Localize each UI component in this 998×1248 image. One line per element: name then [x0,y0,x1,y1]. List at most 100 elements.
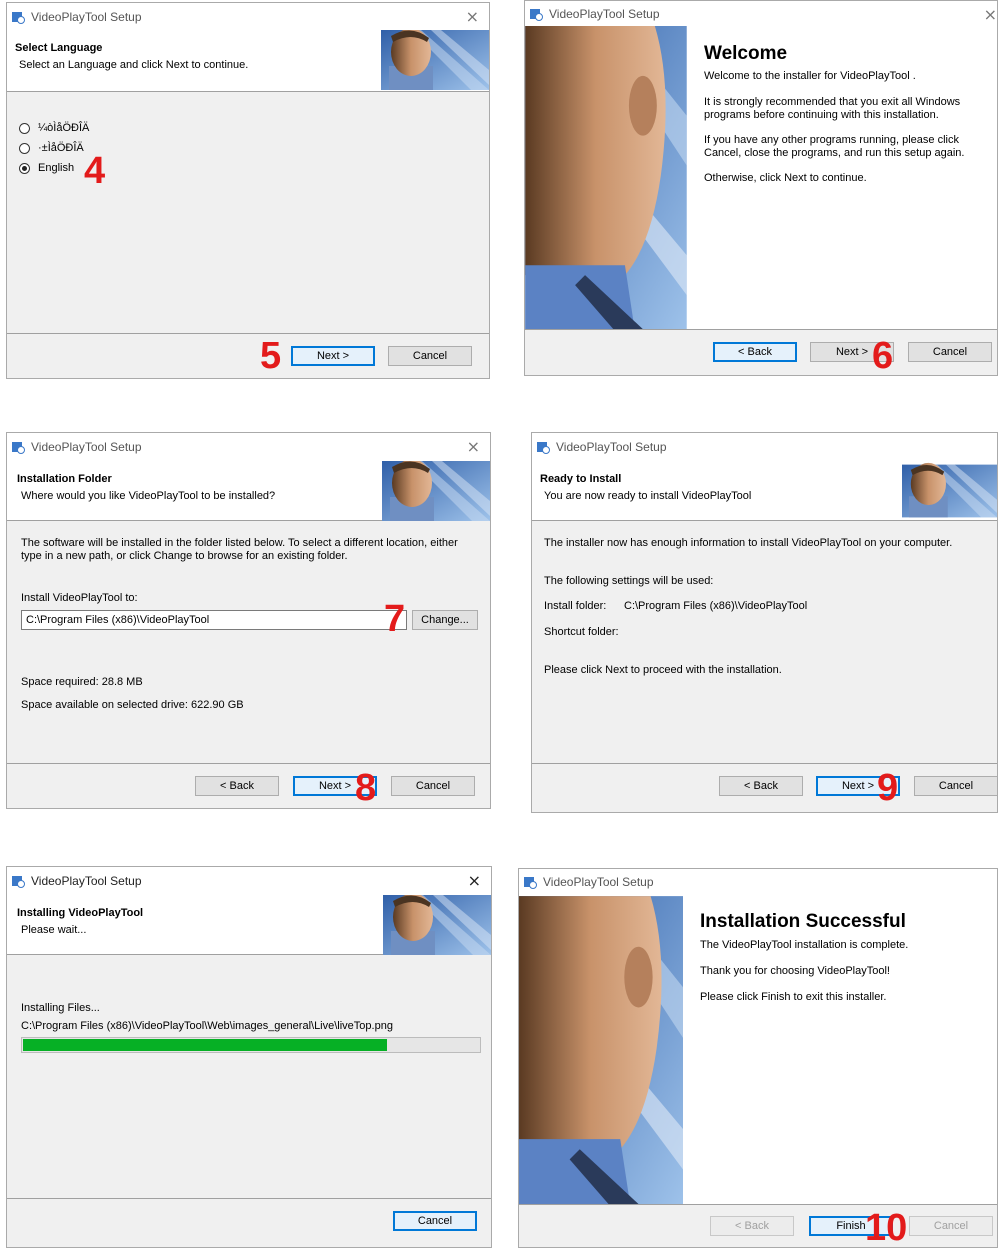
setup-window-select-language: VideoPlayTool Setup × Select Language Se… [6,2,490,379]
title-bar: VideoPlayTool Setup [519,869,997,895]
title-bar: VideoPlayTool Setup × [7,3,489,31]
space-required: Space required: 28.8 MB [21,676,143,688]
intro-text: The software will be installed in the fo… [21,537,458,562]
install-folder-label: Install folder: [544,600,607,612]
language-option[interactable]: English [19,162,74,174]
step-marker: 10 [865,1207,908,1248]
app-icon [537,442,550,454]
step-marker: 8 [355,767,377,809]
window-title: VideoPlayTool Setup [549,6,660,21]
banner-image [383,895,491,955]
progress-fill [23,1039,388,1051]
setup-window-installing: VideoPlayTool Setup × Installing VideoPl… [6,866,492,1248]
step-marker: 7 [384,598,406,640]
title-bar: VideoPlayTool Setup [532,433,997,461]
side-panel-image [525,26,687,331]
setup-window-installation-folder: VideoPlayTool Setup × Installation Folde… [6,432,491,809]
body-text: If you have any other programs running, … [704,134,965,159]
wizard-header: Installing VideoPlayTool Please wait... [7,895,491,955]
shortcut-folder-label: Shortcut folder: [544,626,619,638]
wizard-footer: Next > Cancel [7,333,489,378]
body-text: Otherwise, click Next to continue. [704,172,867,184]
language-option[interactable]: ¼òÌåÖÐÎÄ [19,122,89,134]
install-folder-value: C:\Program Files (x86)\VideoPlayTool [624,600,808,612]
banner-image [381,30,489,90]
wizard-footer: < Back Next > Cancel [7,763,490,808]
back-button: < Back [710,1216,794,1236]
step-marker: 5 [260,335,282,377]
status-text: Installing Files... [21,1002,100,1014]
header-title: Select Language [15,42,103,54]
setup-window-installation-successful: VideoPlayTool Setup Installation Success… [518,868,998,1248]
close-icon[interactable]: × [468,871,481,890]
window-title: VideoPlayTool Setup [31,10,142,24]
cancel-button: Cancel [909,1216,993,1236]
page-title: Welcome [704,43,788,64]
app-icon [530,8,543,21]
radio-button[interactable] [19,142,30,154]
body-text: The VideoPlayTool installation is comple… [700,939,909,951]
wizard-footer: < Back Next > Cancel [525,329,997,375]
body-text: It is strongly recommended that you exit… [704,96,961,121]
header-subtitle: Please wait... [21,924,87,936]
close-icon[interactable]: × [467,437,480,456]
wizard-footer: Cancel [7,1198,491,1247]
body-text: The following settings will be used: [544,575,714,587]
wizard-header: Installation Folder Where would you like… [7,461,490,521]
app-icon [12,876,25,888]
banner-image [382,461,490,521]
window-title: VideoPlayTool Setup [556,440,667,454]
wizard-footer: < Back Next > Cancel [532,763,997,812]
header-subtitle: Select an Language and click Next to con… [19,59,249,71]
app-icon [12,12,25,24]
language-option-label: English [38,162,75,174]
header-title: Ready to Install [540,473,622,485]
header-subtitle: Where would you like VideoPlayTool to be… [21,490,276,502]
cancel-button[interactable]: Cancel [393,1211,477,1231]
close-icon[interactable]: × [984,5,997,24]
wizard-footer: < Back Finish Cancel [519,1204,997,1247]
back-button[interactable]: < Back [713,342,797,362]
step-marker: 9 [877,767,899,809]
window-title: VideoPlayTool Setup [31,440,142,454]
next-button[interactable]: Next > [291,346,375,366]
language-option-label: ¼òÌåÖÐÎÄ [38,122,90,134]
body-text: The installer now has enough information… [544,537,953,549]
current-file: C:\Program Files (x86)\VideoPlayTool\Web… [21,1020,393,1032]
change-button[interactable]: Change... [412,610,478,630]
app-icon [524,877,537,889]
title-bar: VideoPlayTool Setup × [7,433,490,461]
install-path-input[interactable]: C:\Program Files (x86)\VideoPlayTool [21,610,407,630]
cancel-button[interactable]: Cancel [914,776,997,796]
title-bar: VideoPlayTool Setup × [525,1,997,26]
install-label: Install VideoPlayTool to: [21,592,138,604]
space-available: Space available on selected drive: 622.9… [21,699,244,711]
header-subtitle: You are now ready to install VideoPlayTo… [544,490,752,502]
setup-window-ready-to-install: VideoPlayTool Setup Ready to Install You… [531,432,998,813]
cancel-button[interactable]: Cancel [391,776,475,796]
wizard-header: Ready to Install You are now ready to in… [532,461,997,521]
header-title: Installation Folder [17,473,112,485]
cancel-button[interactable]: Cancel [388,346,472,366]
step-marker: 4 [84,150,106,192]
title-bar: VideoPlayTool Setup × [7,867,491,895]
language-option[interactable]: ·±ÌåÖÐÎÄ [19,142,84,154]
page-title: Installation Successful [700,911,906,932]
step-marker: 6 [872,335,894,376]
back-button[interactable]: < Back [719,776,803,796]
app-icon [12,442,25,454]
radio-button-checked[interactable] [19,162,30,174]
setup-window-welcome: VideoPlayTool Setup × Welcome Welcome to… [524,0,998,376]
wizard-header: Select Language Select an Language and c… [7,30,489,92]
radio-button[interactable] [19,122,30,134]
back-button[interactable]: < Back [195,776,279,796]
banner-image [902,461,997,521]
language-option-label: ·±ÌåÖÐÎÄ [38,142,84,154]
window-title: VideoPlayTool Setup [543,875,654,889]
close-icon[interactable]: × [466,7,479,26]
progress-bar [21,1037,481,1053]
body-text: Welcome to the installer for VideoPlayTo… [704,70,916,82]
body-text: Thank you for choosing VideoPlayTool! [700,965,890,977]
body-text: Please click Finish to exit this install… [700,991,887,1003]
cancel-button[interactable]: Cancel [908,342,992,362]
